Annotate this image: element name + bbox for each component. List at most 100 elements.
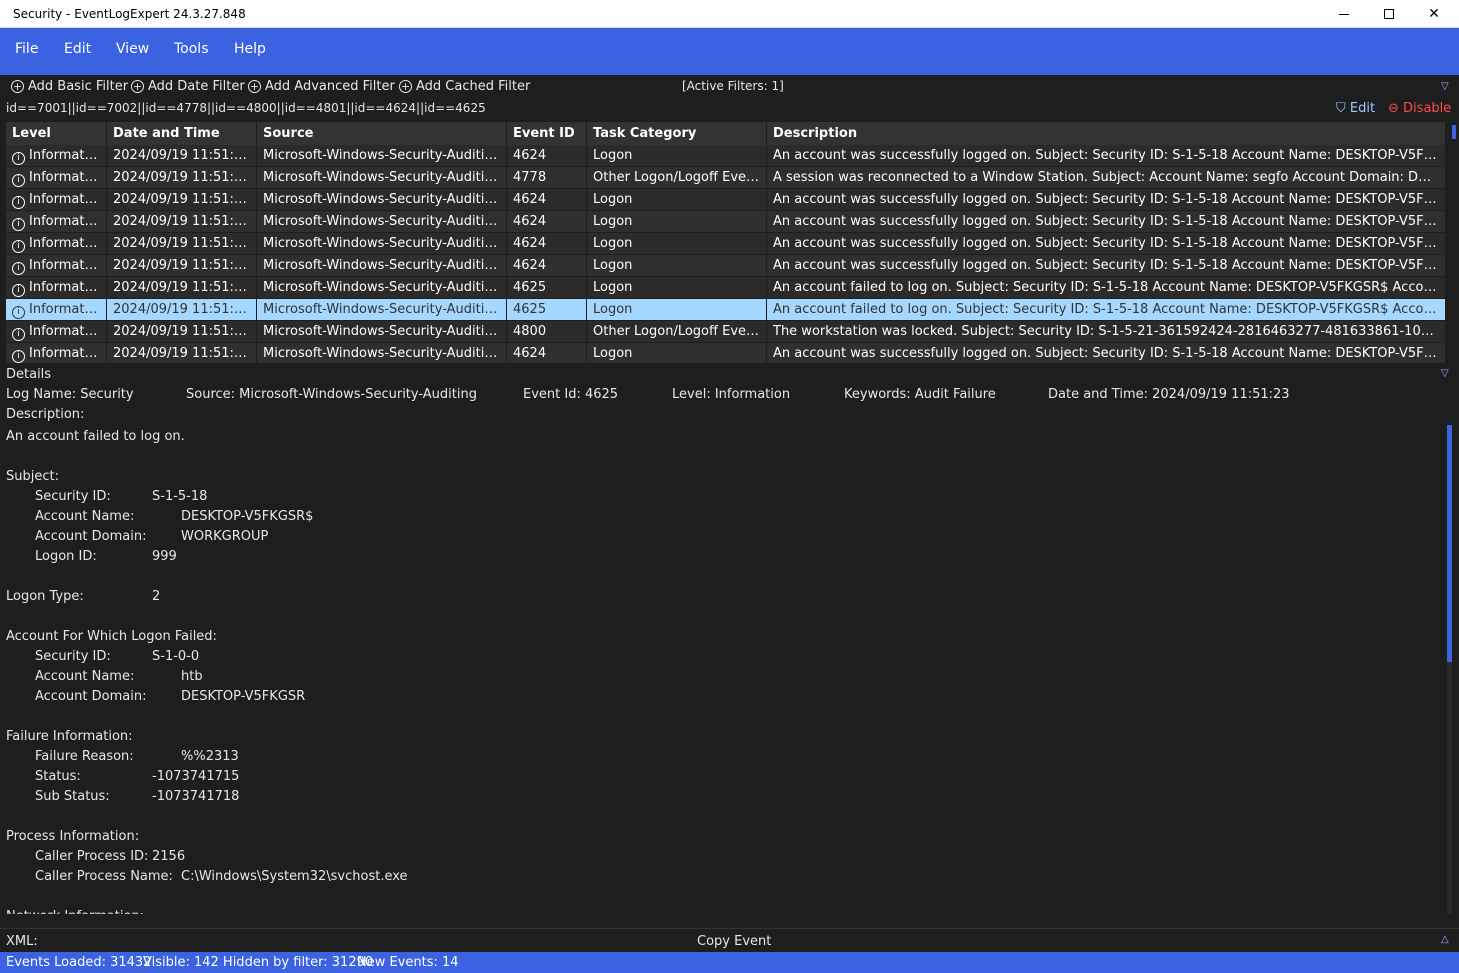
description-line: Account Domain: WORKGROUP: [6, 527, 1436, 547]
details-title: Details: [6, 367, 52, 382]
field-value: C:\Windows\System32\svchost.exe: [181, 869, 408, 884]
menu-view[interactable]: View: [116, 41, 149, 57]
xml-label: XML:: [6, 934, 38, 949]
chevron-up-icon[interactable]: △: [1441, 934, 1449, 945]
cell-event-id: 4624: [507, 211, 587, 232]
cell-date: 2024/09/19 11:51:30: [107, 211, 257, 232]
field-value: 999: [152, 549, 177, 564]
minimize-button[interactable]: [1321, 0, 1367, 28]
minus-circle-icon: ⊖: [1388, 101, 1399, 116]
cell-level: i Information: [6, 233, 107, 254]
cell-date: 2024/09/19 11:51:30: [107, 255, 257, 276]
menu-file[interactable]: File: [15, 41, 38, 57]
active-filters-count: [Active Filters: 1]: [682, 79, 784, 93]
status-events-loaded: Events Loaded: 31432: [6, 955, 152, 970]
menu-tools[interactable]: Tools: [174, 41, 209, 57]
add-advanced-filter-button[interactable]: + Add Advanced Filter: [248, 79, 395, 94]
info-icon: i: [12, 174, 25, 187]
plus-circle-icon: +: [131, 80, 144, 93]
plus-circle-icon: +: [248, 80, 261, 93]
level-label: Information: [29, 324, 105, 339]
field-value: 2: [152, 589, 161, 604]
chevron-down-icon[interactable]: ▽: [1441, 368, 1449, 379]
field-key: Logon ID:: [35, 549, 97, 564]
description-line: [6, 807, 1436, 827]
title-bar: Security - EventLogExpert 24.3.27.848 ✕: [0, 0, 1459, 28]
cell-description: An account was successfully logged on. S…: [767, 189, 1446, 210]
details-header: Details ▽: [0, 365, 1459, 385]
cell-level: i Information: [6, 277, 107, 298]
menu-help[interactable]: Help: [234, 41, 266, 57]
column-header-task-category[interactable]: Task Category: [587, 122, 767, 145]
description-line: Caller Process Name: C:\Windows\System32\…: [6, 867, 1436, 887]
description-line: Status: -1073741715: [6, 767, 1436, 787]
copy-event-button[interactable]: Copy Event: [697, 934, 771, 949]
cell-date: 2024/09/19 11:51:27: [107, 277, 257, 298]
description-line: [6, 607, 1436, 627]
level-label: Information: [29, 346, 105, 361]
description-line: [6, 447, 1436, 467]
cell-source: Microsoft-Windows-Security-Auditing: [257, 321, 507, 342]
table-header: Level Date and Time Source Event ID Task…: [6, 122, 1446, 145]
info-icon: i: [12, 306, 25, 319]
description-body: An account failed to log on. Subject: Secu…: [6, 427, 1436, 914]
cell-event-id: 4625: [507, 299, 587, 320]
cell-event-id: 4624: [507, 189, 587, 210]
table-row[interactable]: i Information 2024/09/19 11:51:00 Microsoft…: [6, 343, 1446, 363]
table-row[interactable]: i Information 2024/09/19 11:51:17 Microsoft…: [6, 321, 1446, 343]
info-icon: i: [12, 218, 25, 231]
event-table: Level Date and Time Source Event ID Task…: [6, 122, 1446, 363]
table-scrollbar[interactable]: [1452, 125, 1456, 139]
info-icon: i: [12, 240, 25, 253]
maximize-button[interactable]: [1366, 0, 1412, 28]
add-cached-filter-label: Add Cached Filter: [416, 79, 531, 94]
table-row[interactable]: i Information 2024/09/19 11:51:23 Microsoft…: [6, 299, 1446, 321]
field-value: %%2313: [181, 749, 239, 764]
description-line: [6, 707, 1436, 727]
field-key: Failure Reason:: [35, 749, 134, 764]
cell-task-category: Logon: [587, 145, 767, 166]
column-header-date[interactable]: Date and Time: [107, 122, 257, 145]
table-row[interactable]: i Information 2024/09/19 11:51:47 Microsoft…: [6, 145, 1446, 167]
status-visible: Visible: 142 Hidden by filter: 31290: [143, 955, 374, 970]
field-value: -1073741718: [152, 789, 240, 804]
field-key: Account Name:: [35, 509, 135, 524]
description-line: Account Domain: DESKTOP-V5FKGSR: [6, 687, 1436, 707]
column-header-source[interactable]: Source: [257, 122, 507, 145]
table-row[interactable]: i Information 2024/09/19 11:51:27 Microsoft…: [6, 277, 1446, 299]
detail-event-id: Event Id: 4625: [523, 387, 619, 402]
add-basic-filter-button[interactable]: + Add Basic Filter: [11, 79, 128, 94]
column-header-level[interactable]: Level: [6, 122, 107, 145]
table-row[interactable]: i Information 2024/09/19 11:51:30 Microsoft…: [6, 211, 1446, 233]
cell-task-category: Logon: [587, 233, 767, 254]
field-value: -1073741715: [152, 769, 240, 784]
cell-level: i Information: [6, 321, 107, 342]
table-row[interactable]: i Information 2024/09/19 11:51:30 Microsoft…: [6, 233, 1446, 255]
field-key: Caller Process ID:: [35, 849, 149, 864]
disable-filter-button[interactable]: ⊖ Disable: [1388, 101, 1451, 116]
level-label: Information: [29, 236, 105, 251]
column-header-description[interactable]: Description: [767, 122, 1446, 145]
chevron-down-icon[interactable]: ▽: [1441, 81, 1449, 92]
column-header-event-id[interactable]: Event ID: [507, 122, 587, 145]
add-cached-filter-button[interactable]: + Add Cached Filter: [399, 79, 530, 94]
close-button[interactable]: ✕: [1411, 0, 1457, 28]
status-bar: Events Loaded: 31432 Visible: 142 Hidden…: [0, 952, 1459, 973]
cell-task-category: Logon: [587, 255, 767, 276]
table-row[interactable]: i Information 2024/09/19 11:51:30 Microsoft…: [6, 255, 1446, 277]
level-label: Information: [29, 148, 105, 163]
level-label: Information: [29, 280, 105, 295]
add-date-filter-button[interactable]: + Add Date Filter: [131, 79, 245, 94]
detail-level: Level: Information: [672, 387, 791, 402]
field-key: Account Name:: [35, 669, 135, 684]
description-line: [6, 567, 1436, 587]
table-row[interactable]: i Information 2024/09/19 11:51:30 Microsoft…: [6, 167, 1446, 189]
menu-edit[interactable]: Edit: [64, 41, 91, 57]
field-key: Caller Process Name:: [35, 869, 173, 884]
details-scrollbar-thumb[interactable]: [1447, 425, 1452, 662]
table-row[interactable]: i Information 2024/09/19 11:51:30 Microsoft…: [6, 189, 1446, 211]
info-icon: i: [12, 284, 25, 297]
filter-expression[interactable]: id==7001||id==7002||id==4778||id==4800||…: [6, 101, 486, 115]
edit-filter-button[interactable]: ⛉ Edit: [1336, 101, 1375, 116]
add-advanced-filter-label: Add Advanced Filter: [265, 79, 395, 94]
